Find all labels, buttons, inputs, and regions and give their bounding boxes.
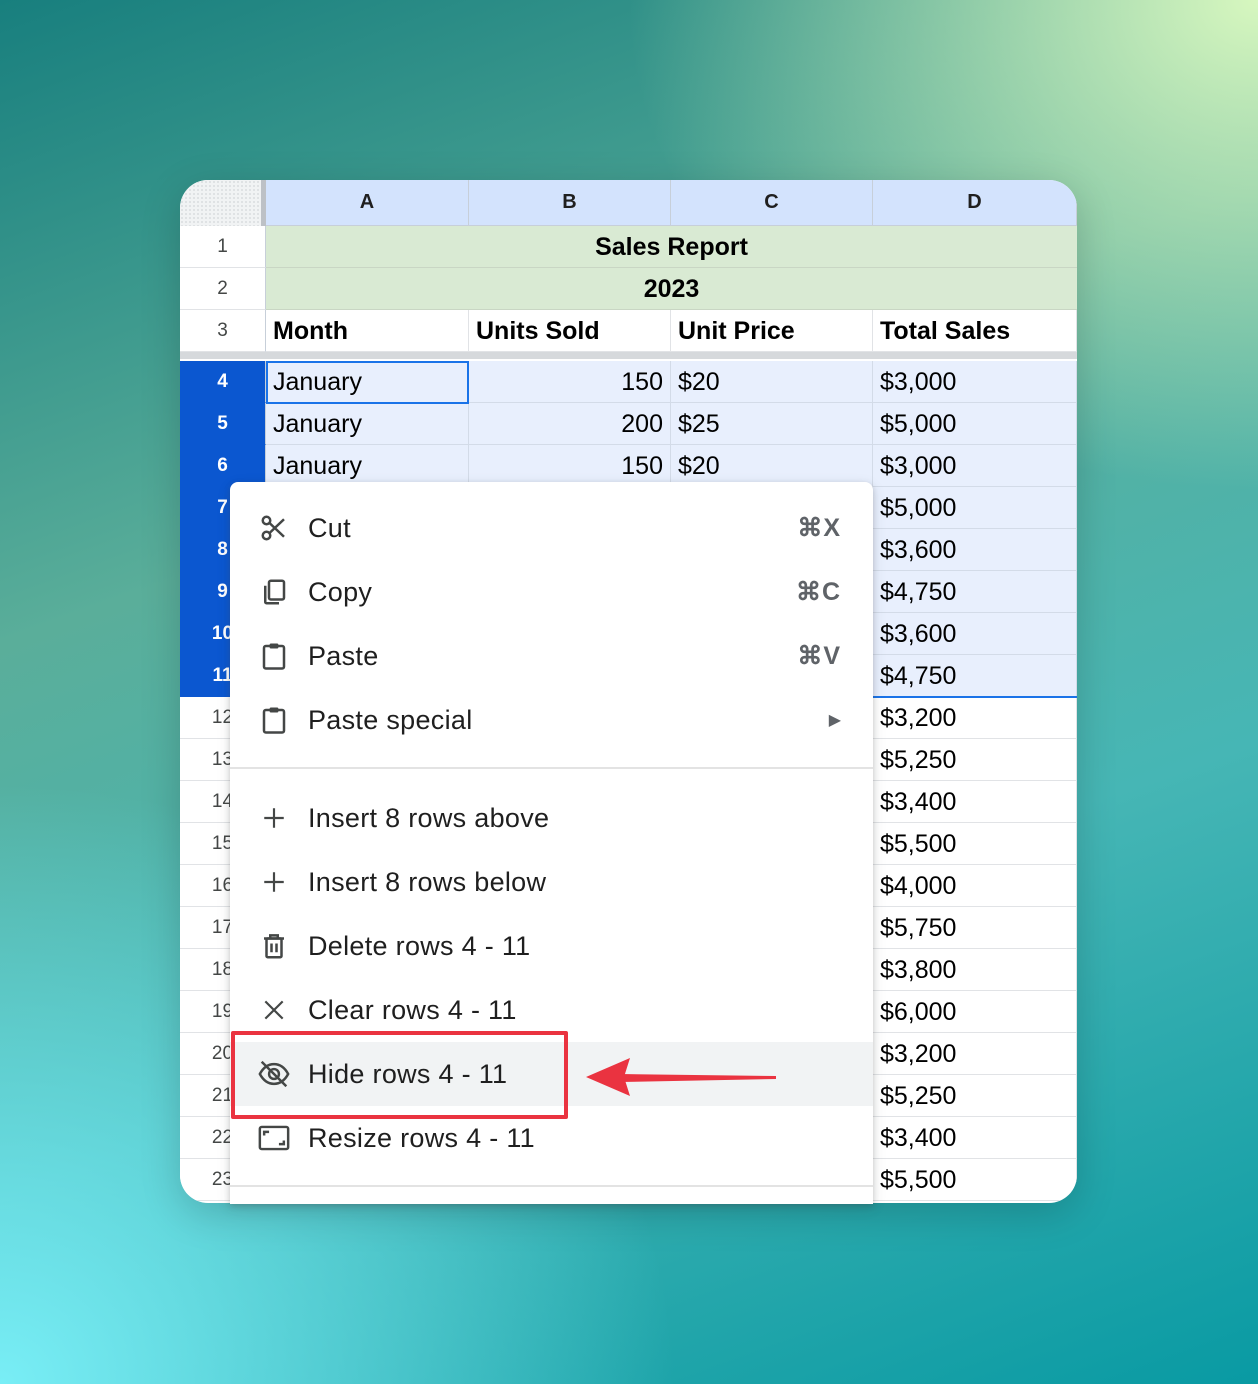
cell-unit-price[interactable]: $20 bbox=[671, 445, 873, 487]
freeze-divider[interactable] bbox=[180, 352, 1077, 359]
copy-icon bbox=[258, 576, 290, 608]
header-cell-month[interactable]: Month bbox=[266, 310, 469, 352]
row-header-2[interactable]: 2 bbox=[180, 268, 266, 310]
menu-item-label: Insert 8 rows below bbox=[308, 866, 547, 897]
cell-total-sales[interactable]: $3,600 bbox=[873, 529, 1077, 571]
shortcut-text: ⌘V bbox=[797, 642, 841, 670]
column-header-d[interactable]: D bbox=[873, 180, 1077, 226]
cell-total-sales[interactable]: $3,400 bbox=[873, 1117, 1077, 1159]
menu-item-label: Paste bbox=[308, 640, 379, 671]
cell-total-sales[interactable]: $3,400 bbox=[873, 781, 1077, 823]
cell-total-sales[interactable]: $3,600 bbox=[873, 613, 1077, 655]
cell-unit-price[interactable]: $25 bbox=[671, 403, 873, 445]
menu-divider bbox=[230, 1185, 873, 1187]
cell-total-sales[interactable]: $5,250 bbox=[873, 1075, 1077, 1117]
menu-item-insert-rows-above[interactable]: Insert 8 rows above bbox=[230, 786, 873, 850]
cell-total-sales[interactable]: $5,500 bbox=[873, 823, 1077, 865]
close-icon bbox=[258, 994, 290, 1026]
cell-total-sales[interactable]: $3,000 bbox=[873, 445, 1077, 487]
menu-item-label: Delete rows 4 - 11 bbox=[308, 930, 531, 961]
menu-item-copy[interactable]: Copy ⌘C bbox=[230, 560, 873, 624]
cell-total-sales[interactable]: $5,000 bbox=[873, 487, 1077, 529]
row-header-5[interactable]: 5 bbox=[180, 403, 266, 445]
row-header-6[interactable]: 6 bbox=[180, 445, 266, 487]
column-header-a[interactable]: A bbox=[266, 180, 469, 226]
title-cell[interactable]: Sales Report bbox=[266, 226, 1077, 268]
select-all-corner[interactable] bbox=[180, 180, 266, 226]
cell-total-sales[interactable]: $5,750 bbox=[873, 907, 1077, 949]
cell-month[interactable]: January bbox=[266, 361, 469, 403]
cell-total-sales[interactable]: $4,750 bbox=[873, 571, 1077, 613]
column-header-b[interactable]: B bbox=[469, 180, 671, 226]
annotation-highlight-box bbox=[231, 1031, 568, 1119]
menu-item-cut[interactable]: Cut ⌘X bbox=[230, 496, 873, 560]
row-header-1[interactable]: 1 bbox=[180, 226, 266, 268]
clipboard-icon bbox=[258, 640, 290, 672]
row-header-3[interactable]: 3 bbox=[180, 310, 266, 352]
header-cell-units-sold[interactable]: Units Sold bbox=[469, 310, 671, 352]
trash-icon bbox=[258, 930, 290, 962]
cell-units-sold[interactable]: 150 bbox=[469, 361, 671, 403]
cell-total-sales[interactable]: $3,200 bbox=[873, 697, 1077, 739]
menu-item-label: Clear rows 4 - 11 bbox=[308, 994, 517, 1025]
menu-item-paste[interactable]: Paste ⌘V bbox=[230, 624, 873, 688]
cell-units-sold[interactable]: 200 bbox=[469, 403, 671, 445]
menu-item-label: Paste special bbox=[308, 704, 473, 735]
menu-item-label: Insert 8 rows above bbox=[308, 802, 550, 833]
cell-total-sales[interactable]: $5,500 bbox=[873, 1159, 1077, 1201]
resize-icon bbox=[258, 1122, 290, 1154]
menu-item-label: Cut bbox=[308, 512, 351, 543]
cell-total-sales[interactable]: $4,750 bbox=[873, 655, 1077, 697]
cell-total-sales[interactable]: $3,200 bbox=[873, 1033, 1077, 1075]
cell-total-sales[interactable]: $5,250 bbox=[873, 739, 1077, 781]
clipboard-icon bbox=[258, 704, 290, 736]
menu-item-label: Copy bbox=[308, 576, 373, 607]
menu-item-paste-special[interactable]: Paste special ▶ bbox=[230, 688, 873, 752]
menu-item-label: Resize rows 4 - 11 bbox=[308, 1122, 535, 1153]
plus-icon bbox=[258, 866, 290, 898]
header-cell-unit-price[interactable]: Unit Price bbox=[671, 310, 873, 352]
menu-item-delete-rows[interactable]: Delete rows 4 - 11 bbox=[230, 914, 873, 978]
cell-total-sales[interactable]: $4,000 bbox=[873, 865, 1077, 907]
selection-border bbox=[870, 696, 1077, 698]
cell-units-sold[interactable]: 150 bbox=[469, 445, 671, 487]
shortcut-text: ⌘X bbox=[797, 514, 841, 542]
annotation-arrow bbox=[586, 1058, 776, 1096]
shortcut-text: ⌘C bbox=[795, 578, 841, 606]
header-cell-total-sales[interactable]: Total Sales bbox=[873, 310, 1077, 352]
cell-unit-price[interactable]: $20 bbox=[671, 361, 873, 403]
cell-total-sales[interactable]: $5,000 bbox=[873, 403, 1077, 445]
cell-total-sales[interactable]: $3,800 bbox=[873, 949, 1077, 991]
menu-divider bbox=[230, 767, 873, 769]
year-cell[interactable]: 2023 bbox=[266, 268, 1077, 310]
cell-total-sales[interactable]: $6,000 bbox=[873, 991, 1077, 1033]
column-header-c[interactable]: C bbox=[671, 180, 873, 226]
row-header-4[interactable]: 4 bbox=[180, 361, 266, 403]
cell-total-sales[interactable]: $3,000 bbox=[873, 361, 1077, 403]
cell-month[interactable]: January bbox=[266, 445, 469, 487]
plus-icon bbox=[258, 802, 290, 834]
scissors-icon bbox=[258, 512, 290, 544]
submenu-arrow-icon: ▶ bbox=[828, 712, 841, 729]
menu-item-insert-rows-below[interactable]: Insert 8 rows below bbox=[230, 850, 873, 914]
cell-month[interactable]: January bbox=[266, 403, 469, 445]
